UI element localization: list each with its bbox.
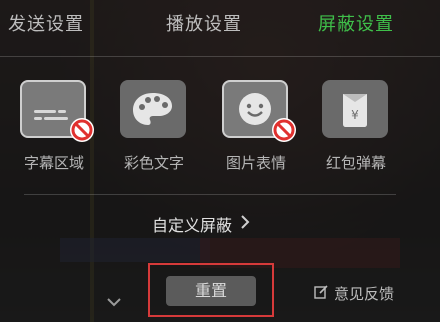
palette-icon: [120, 80, 186, 138]
custom-block-link[interactable]: 自定义屏蔽: [152, 212, 250, 236]
option-image-emoji[interactable]: 图片表情: [216, 80, 296, 180]
svg-text:¥: ¥: [351, 108, 359, 122]
reset-button[interactable]: 重置: [166, 276, 256, 306]
blocked-badge-icon: [70, 118, 94, 142]
option-red-envelope[interactable]: ¥ 红包弹幕: [316, 80, 396, 180]
option-subtitle-area[interactable]: 字幕区域: [14, 80, 94, 180]
chevron-down-icon[interactable]: [106, 292, 122, 311]
settings-tabs: 发送设置 播放设置 屏蔽设置: [0, 0, 440, 50]
chevron-right-icon: [240, 214, 250, 234]
feedback-label: 意见反馈: [334, 285, 395, 303]
edit-icon: [314, 284, 328, 303]
blocked-badge-icon: [272, 118, 296, 142]
options-divider: [24, 194, 396, 195]
option-label: 红包弹幕: [325, 154, 386, 172]
tab-block-settings[interactable]: 屏蔽设置: [318, 10, 394, 36]
option-label: 字幕区域: [23, 154, 84, 172]
tab-send-settings[interactable]: 发送设置: [8, 10, 84, 36]
option-colored-text[interactable]: 彩色文字: [114, 80, 194, 180]
tabs-divider: [0, 56, 440, 57]
option-label: 彩色文字: [123, 154, 184, 172]
tab-playback-settings[interactable]: 播放设置: [166, 10, 242, 36]
option-label: 图片表情: [225, 154, 286, 172]
feedback-link[interactable]: 意见反馈: [314, 283, 394, 304]
red-envelope-icon: ¥: [322, 80, 388, 138]
custom-block-label: 自定义屏蔽: [152, 216, 233, 235]
